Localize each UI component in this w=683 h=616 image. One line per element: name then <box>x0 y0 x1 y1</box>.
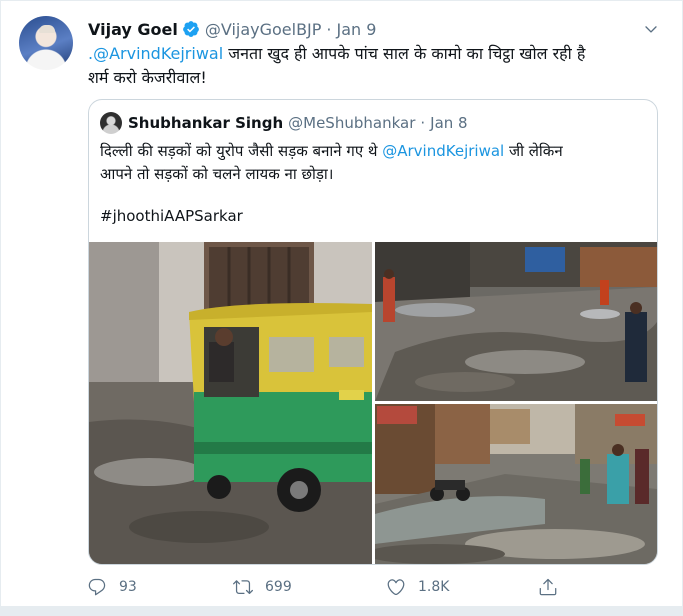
feed-divider <box>0 606 683 616</box>
quoted-tweet-date: Jan 8 <box>430 114 468 132</box>
quoted-tweet-text: दिल्ली की सड़कों को युरोप जैसी सड़क बनान… <box>100 140 650 186</box>
tweet-text-line-2: शर्म करो केजरीवाल! <box>88 68 207 87</box>
auto-rickshaw-photo[interactable] <box>89 242 372 564</box>
retweet-button[interactable]: 699 <box>233 576 292 598</box>
reply-icon <box>88 578 106 596</box>
reply-button[interactable]: 93 <box>87 576 137 598</box>
verified-badge-icon <box>182 21 199 37</box>
quoted-text-post: जी लेकिन <box>504 142 563 160</box>
photo-grid <box>89 242 657 564</box>
tweet-text-rest: जनता खुद ही आपके पांच साल के कामो का चिट… <box>223 44 586 63</box>
author-avatar[interactable] <box>19 16 73 70</box>
quoted-text-pre: दिल्ली की सड़कों को युरोप जैसी सड़क बनान… <box>100 142 383 160</box>
quoted-author-name: Shubhankar Singh <box>128 114 284 132</box>
quoted-author-handle: @MeShubhankar <box>288 114 416 132</box>
quoted-text-line-1: दिल्ली की सड़कों को युरोप जैसी सड़क बनान… <box>100 140 650 163</box>
quoted-text-line-2: आपने तो सड़कों को चलने लायक ना छोड़ा। <box>100 165 334 183</box>
tweet-header: Vijay Goel @VijayGoelBJP · Jan 9 <box>88 17 376 41</box>
like-count: 1.8K <box>418 579 450 595</box>
hashtag[interactable]: #jhoothiAAPSarkar <box>100 205 243 228</box>
chevron-down-icon[interactable] <box>643 21 659 37</box>
tweet-actions: 93 699 1.8K <box>1 571 683 603</box>
share-button[interactable] <box>538 576 570 598</box>
share-icon <box>539 578 557 596</box>
author-handle[interactable]: @VijayGoelBJP <box>205 20 322 39</box>
tweet-text: .@ArvindKejriwal जनता खुद ही आपके पांच स… <box>88 42 648 90</box>
quoted-author-avatar <box>100 112 122 134</box>
like-button[interactable]: 1.8K <box>386 576 449 598</box>
like-icon <box>387 579 405 596</box>
tweet-card[interactable]: Vijay Goel @VijayGoelBJP · Jan 9 .@Arvin… <box>0 0 683 616</box>
retweet-icon <box>233 580 253 595</box>
tweet-text-line-1: .@ArvindKejriwal जनता खुद ही आपके पांच स… <box>88 42 648 66</box>
retweet-count: 699 <box>265 579 292 595</box>
header-separator: · <box>326 19 332 39</box>
quoted-header-separator: · <box>420 114 426 132</box>
quoted-mention-link[interactable]: @ArvindKejriwal <box>382 142 504 160</box>
reply-count: 93 <box>119 579 137 595</box>
flooded-market-photo[interactable] <box>375 404 657 564</box>
mention-link[interactable]: .@ArvindKejriwal <box>88 44 223 63</box>
tweet-date[interactable]: Jan 9 <box>337 20 377 39</box>
quoted-tweet-header: Shubhankar Singh @MeShubhankar · Jan 8 <box>100 112 468 134</box>
author-name[interactable]: Vijay Goel <box>88 20 178 39</box>
garbage-street-photo[interactable] <box>375 242 657 401</box>
quoted-tweet[interactable]: Shubhankar Singh @MeShubhankar · Jan 8 द… <box>88 99 658 565</box>
